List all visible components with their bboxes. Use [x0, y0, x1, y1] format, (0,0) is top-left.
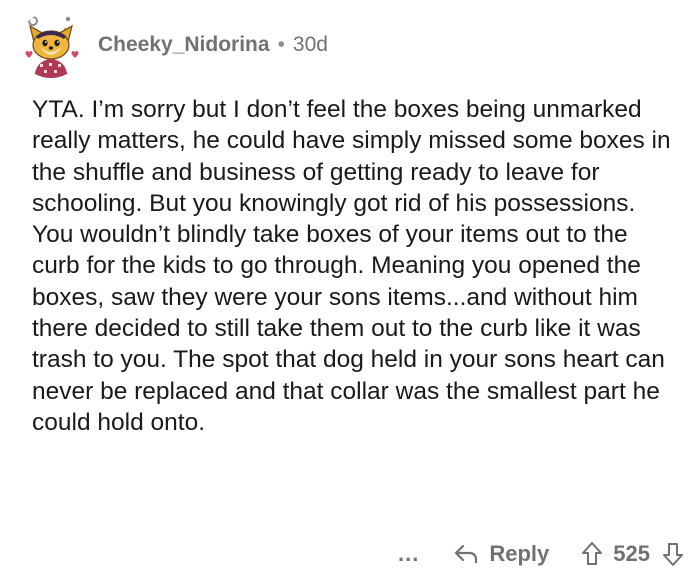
reply-arrow-icon — [453, 543, 479, 565]
reply-label: Reply — [489, 541, 550, 566]
comment-body: YTA. I’m sorry but I don’t feel the boxe… — [32, 96, 671, 436]
comment-meta: Cheeky_Nidorina • 30d — [98, 33, 328, 57]
comment: Cheeky_Nidorina • 30d YTA. I’m sorry but… — [0, 0, 700, 578]
user-avatar-dog-icon[interactable] — [18, 12, 84, 78]
reply-button[interactable]: Reply — [453, 541, 549, 567]
comment-actions: ... Reply 525 — [398, 536, 684, 572]
more-options-button[interactable]: ... — [398, 541, 419, 567]
downvote-arrow-icon[interactable] — [662, 541, 684, 567]
meta-separator: • — [277, 33, 285, 56]
comment-age[interactable]: 30d — [293, 33, 328, 57]
upvote-arrow-icon[interactable] — [581, 541, 603, 567]
username-link[interactable]: Cheeky_Nidorina — [98, 33, 270, 57]
vote-count: 525 — [613, 541, 650, 566]
comment-header: Cheeky_Nidorina • 30d — [18, 10, 328, 80]
